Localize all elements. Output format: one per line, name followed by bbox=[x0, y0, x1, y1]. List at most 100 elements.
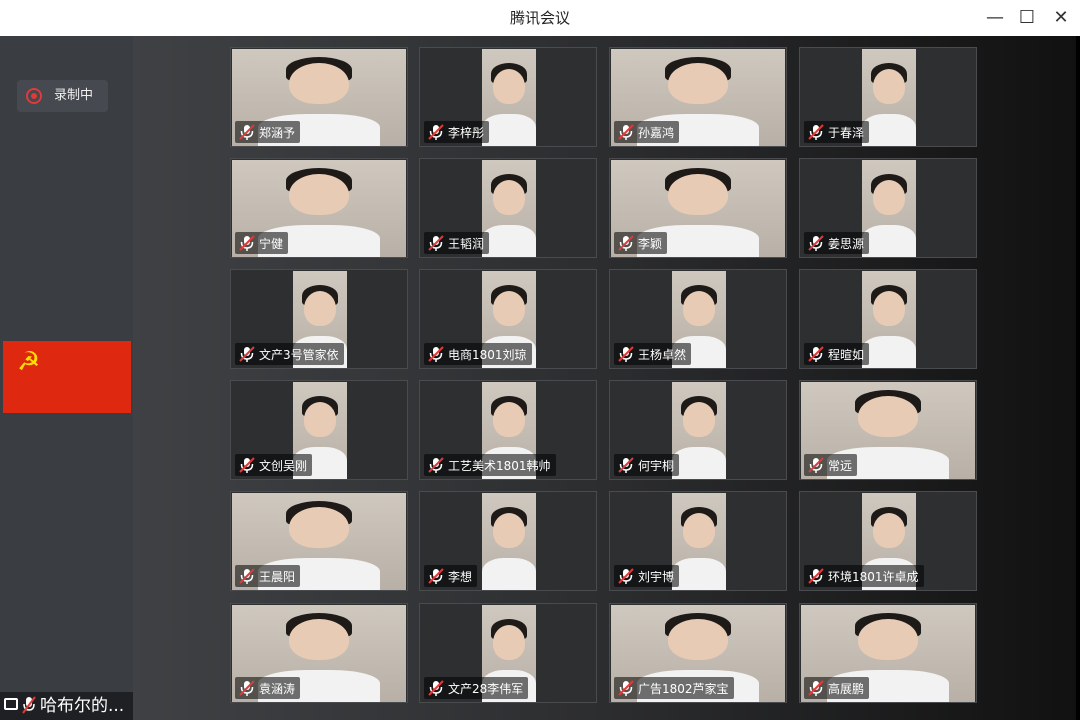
mic-muted-icon bbox=[428, 235, 444, 251]
participant-label: 常远 bbox=[804, 454, 858, 476]
person-head bbox=[858, 618, 918, 660]
participant-name: 李颖 bbox=[638, 236, 663, 251]
participant-name: 郑涵予 bbox=[259, 125, 296, 140]
mic-muted-icon bbox=[808, 457, 824, 473]
person-body bbox=[482, 224, 536, 257]
person-head bbox=[492, 179, 526, 215]
mic-muted-icon bbox=[428, 457, 444, 473]
participant-tile[interactable]: 环境1801许卓成 bbox=[799, 491, 977, 591]
right-edge bbox=[1076, 36, 1080, 720]
participant-name: 李想 bbox=[448, 569, 473, 584]
participant-name: 程暄如 bbox=[828, 347, 865, 362]
mic-muted-icon bbox=[428, 568, 444, 584]
participant-tile[interactable]: 工艺美术1801韩帅 bbox=[419, 380, 597, 480]
participant-tile[interactable]: 刘宇博 bbox=[609, 491, 787, 591]
participant-video bbox=[672, 493, 726, 590]
participant-label: 郑涵予 bbox=[235, 121, 301, 143]
participant-label: 姜思源 bbox=[804, 232, 870, 254]
participant-tile[interactable]: 郑涵予 bbox=[230, 47, 408, 147]
close-button[interactable]: ✕ bbox=[1044, 0, 1078, 36]
participant-tile[interactable]: 于春泽 bbox=[799, 47, 977, 147]
mic-muted-icon bbox=[808, 346, 824, 362]
hammer-sickle-icon: ☭ bbox=[17, 347, 41, 377]
participant-tile[interactable]: 王晨阳 bbox=[230, 491, 408, 591]
person-head bbox=[303, 401, 337, 437]
participant-label: 王晨阳 bbox=[235, 565, 301, 587]
person-head bbox=[492, 68, 526, 104]
party-flag-video[interactable]: ☭ bbox=[3, 341, 131, 413]
person-head bbox=[289, 173, 349, 215]
participant-label: 孙嘉鸿 bbox=[614, 121, 680, 143]
participant-tile[interactable]: 程暄如 bbox=[799, 269, 977, 369]
maximize-button[interactable]: ☐ bbox=[1010, 0, 1044, 36]
participant-name: 王杨卓然 bbox=[638, 347, 687, 362]
mic-muted-icon bbox=[808, 124, 824, 140]
participant-tile[interactable]: 李颖 bbox=[609, 158, 787, 258]
person-head bbox=[289, 62, 349, 104]
person-head bbox=[668, 173, 728, 215]
recording-indicator[interactable]: 录制中 bbox=[17, 80, 108, 112]
participant-video bbox=[862, 160, 916, 257]
participant-video bbox=[862, 271, 916, 368]
person-head bbox=[872, 512, 906, 548]
person-head bbox=[872, 290, 906, 326]
self-view-label[interactable]: 哈布尔的... bbox=[0, 692, 133, 720]
participant-label: 王杨卓然 bbox=[614, 343, 692, 365]
mic-muted-icon bbox=[808, 568, 824, 584]
mic-muted-icon bbox=[618, 457, 634, 473]
person-head bbox=[682, 512, 716, 548]
participant-tile[interactable]: 文产28李伟军 bbox=[419, 603, 597, 703]
screen-share-icon bbox=[4, 698, 18, 710]
mic-muted-icon bbox=[22, 696, 36, 714]
participant-tile[interactable]: 常远 bbox=[799, 380, 977, 480]
participant-tile[interactable]: 电商1801刘琼 bbox=[419, 269, 597, 369]
person-head bbox=[289, 618, 349, 660]
participant-name: 姜思源 bbox=[828, 236, 865, 251]
participant-name: 何宇桐 bbox=[638, 458, 675, 473]
mic-muted-icon bbox=[239, 124, 255, 140]
participant-tile[interactable]: 李想 bbox=[419, 491, 597, 591]
participant-tile[interactable]: 姜思源 bbox=[799, 158, 977, 258]
participant-label: 于春泽 bbox=[804, 121, 870, 143]
participant-label: 广告1802芦家宝 bbox=[614, 677, 734, 699]
participant-tile[interactable]: 何宇桐 bbox=[609, 380, 787, 480]
person-head bbox=[682, 290, 716, 326]
mic-muted-icon bbox=[239, 457, 255, 473]
minimize-button[interactable]: — bbox=[978, 0, 1012, 36]
participant-name: 文产28李伟军 bbox=[448, 681, 524, 696]
person-body bbox=[862, 335, 916, 368]
record-icon bbox=[26, 88, 42, 104]
mic-muted-icon bbox=[428, 680, 444, 696]
participant-name: 于春泽 bbox=[828, 125, 865, 140]
self-name: 哈布尔的... bbox=[40, 696, 125, 716]
mic-muted-icon bbox=[618, 680, 634, 696]
person-head bbox=[668, 62, 728, 104]
participant-tile[interactable]: 文产3号管家依 bbox=[230, 269, 408, 369]
participant-label: 李想 bbox=[424, 565, 478, 587]
participant-name: 李梓彤 bbox=[448, 125, 485, 140]
video-grid: 郑涵予 李梓彤 孙嘉鸿 于春泽宁健 王韬润 李颖 姜思源文产3号管家依 电商1801刘琼 王杨卓… bbox=[133, 36, 1078, 720]
person-head bbox=[492, 512, 526, 548]
person-head bbox=[492, 401, 526, 437]
participant-tile[interactable]: 王韬润 bbox=[419, 158, 597, 258]
person-body bbox=[862, 224, 916, 257]
participant-label: 刘宇博 bbox=[614, 565, 680, 587]
participant-tile[interactable]: 李梓彤 bbox=[419, 47, 597, 147]
participant-video bbox=[482, 160, 536, 257]
participant-tile[interactable]: 孙嘉鸿 bbox=[609, 47, 787, 147]
participant-tile[interactable]: 王杨卓然 bbox=[609, 269, 787, 369]
participant-tile[interactable]: 宁健 bbox=[230, 158, 408, 258]
participant-label: 袁涵涛 bbox=[235, 677, 301, 699]
mic-muted-icon bbox=[618, 235, 634, 251]
mic-muted-icon bbox=[808, 235, 824, 251]
participant-tile[interactable]: 文创吴刚 bbox=[230, 380, 408, 480]
left-panel: 录制中 ☭ 哈布尔的... bbox=[0, 36, 133, 720]
person-body bbox=[482, 113, 536, 146]
participant-name: 工艺美术1801韩帅 bbox=[448, 458, 551, 473]
participant-tile[interactable]: 袁涵涛 bbox=[230, 603, 408, 703]
participant-tile[interactable]: 高展鹏 bbox=[799, 603, 977, 703]
participant-name: 高展鹏 bbox=[828, 681, 865, 696]
participant-label: 工艺美术1801韩帅 bbox=[424, 454, 556, 476]
mic-muted-icon bbox=[239, 235, 255, 251]
participant-tile[interactable]: 广告1802芦家宝 bbox=[609, 603, 787, 703]
